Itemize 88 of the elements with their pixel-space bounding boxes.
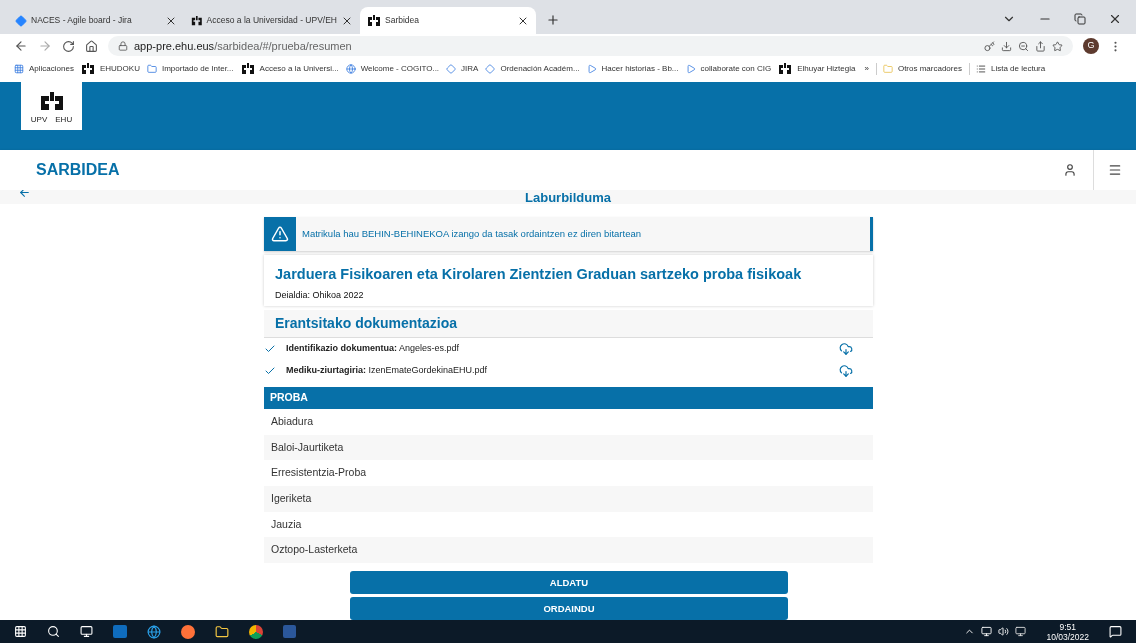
bookmark[interactable]: Otros marcadores [875,63,962,75]
program-title: Jarduera Fisikoaren eta Kirolaren Zientzien Graduan sartzeko proba fisikoak [275,265,803,284]
check-icon [264,343,276,355]
tab-title: Acceso a la Universidad - UPV/EH [206,14,337,27]
page-title: Laburbilduma [525,190,611,208]
action-button[interactable]: ORDAINDU [350,597,788,620]
university-logo-icon [191,14,203,27]
tab-title: NACES - Agile board - Jira [31,14,133,27]
star-icon[interactable] [1052,40,1063,52]
download-icon[interactable] [839,364,853,378]
tab-title: Sarbidea [385,14,421,27]
university-logo-icon [367,14,381,27]
table-cell-text: Baloi-Jaurtiketa [271,439,344,455]
bookmark[interactable]: Elhuyar Hiztegia [778,63,856,75]
list-icon [975,64,986,74]
action-center-icon[interactable] [1109,625,1122,638]
zoom-out-icon[interactable] [1018,40,1029,52]
network-icon[interactable] [981,626,993,637]
url-path: /sarbidea/#/prueba/resumen [214,38,352,54]
document-entry: Mediku-ziurtagiria: IzenEmateGordekinaEHU.pdf [286,364,489,378]
logo-text: UPV [30,114,48,126]
install-icon[interactable] [1001,40,1012,52]
browser-tab[interactable]: Sarbidea [360,7,536,34]
bookmark[interactable]: Welcome - COGITO... [345,63,440,75]
close-icon[interactable] [1108,12,1122,26]
profile-avatar[interactable]: G [1083,38,1099,54]
bookmark[interactable]: collaborate con CIG [685,63,772,75]
bookmark[interactable]: Aplicaciones [14,63,74,75]
download-icon[interactable] [839,342,853,356]
reload-icon[interactable] [62,39,75,53]
university-logo-icon [240,63,255,75]
bookmark-icon [485,64,496,74]
table-cell-text: Oztopo-Lasterketa [271,542,358,558]
bookmark-icon [685,64,696,74]
logo-text: EHU [55,114,73,126]
app-title: SARBIDEA [36,160,121,180]
key-icon[interactable] [984,40,995,52]
section-heading: Erantsitako dokumentazioa [275,314,458,333]
document-entry: Identifikazio dokumentua: Angeles-es.pdf [286,342,461,356]
bookmark[interactable]: EHUDOKU [80,63,140,75]
reading-list-button[interactable]: Lista de lectura [968,63,1046,75]
table-cell-text: Jauzia [271,516,302,532]
table-cell-text: Abiadura [271,413,314,429]
university-logo-icon [80,63,95,75]
bookmark-icon [345,64,356,74]
browser-tab[interactable]: Acceso a la Universidad - UPV/EH [184,7,360,34]
lock-icon [118,41,128,51]
search-icon[interactable] [47,625,60,638]
warning-icon [271,225,289,243]
bookmark[interactable]: Acceso a la Universi... [240,63,339,75]
table-cell: Igeriketa [271,491,312,507]
menu-icon[interactable] [1108,163,1122,177]
clock-time: 9:51 [1059,621,1076,632]
user-icon[interactable] [1063,163,1077,177]
diamond-icon [15,14,27,27]
browser-app-icon[interactable] [147,624,161,639]
call-label: Deialdia: Ohikoa 2022 [275,288,365,302]
start-icon[interactable] [14,625,27,638]
table-cell-text: Erresistentzia-Proba [271,465,367,481]
task-view-icon[interactable] [80,625,93,638]
bookmark-icon [446,64,457,74]
bookmark-icon [146,64,157,74]
notification-area-icon[interactable] [1015,626,1027,637]
volume-icon[interactable] [998,626,1010,637]
restore-icon[interactable] [1074,13,1086,25]
back-icon[interactable] [14,39,28,53]
address-bar[interactable]: app-pre.ehu.eus/sarbidea/#/prueba/resumen [108,36,1073,56]
alert-message: Matrikula hau BEHIN-BEHINEKOA izango da tasak ordaintzen ez diren bitartean [302,226,641,241]
more-bookmarks-button[interactable]: » [864,63,869,75]
browser-tab[interactable]: NACES - Agile board - Jira [8,7,184,34]
clock-date: 10/03/2022 [1046,631,1089,642]
url-host: app-pre.ehu.eus [134,38,215,54]
university-logo-icon [778,63,793,75]
column-heading: PROBA [270,390,308,406]
home-icon[interactable] [85,39,98,53]
action-button[interactable]: ALDATU [350,571,788,595]
bookmark[interactable]: Importado de Inter... [146,63,234,75]
folder-icon [882,64,893,74]
logo-symbol-icon [38,92,65,110]
new-tab-icon[interactable] [546,13,560,27]
folder-app-icon[interactable] [215,624,229,639]
bookmark-icon [586,64,597,74]
bookmark-icon [14,64,24,74]
bookmark[interactable]: Ordenación Académ... [485,63,580,75]
check-icon [264,365,276,377]
share-icon[interactable] [1035,40,1046,52]
bookmark[interactable]: Hacer historias - Bb... [586,63,679,75]
bookmark[interactable]: JIRA [446,63,479,75]
